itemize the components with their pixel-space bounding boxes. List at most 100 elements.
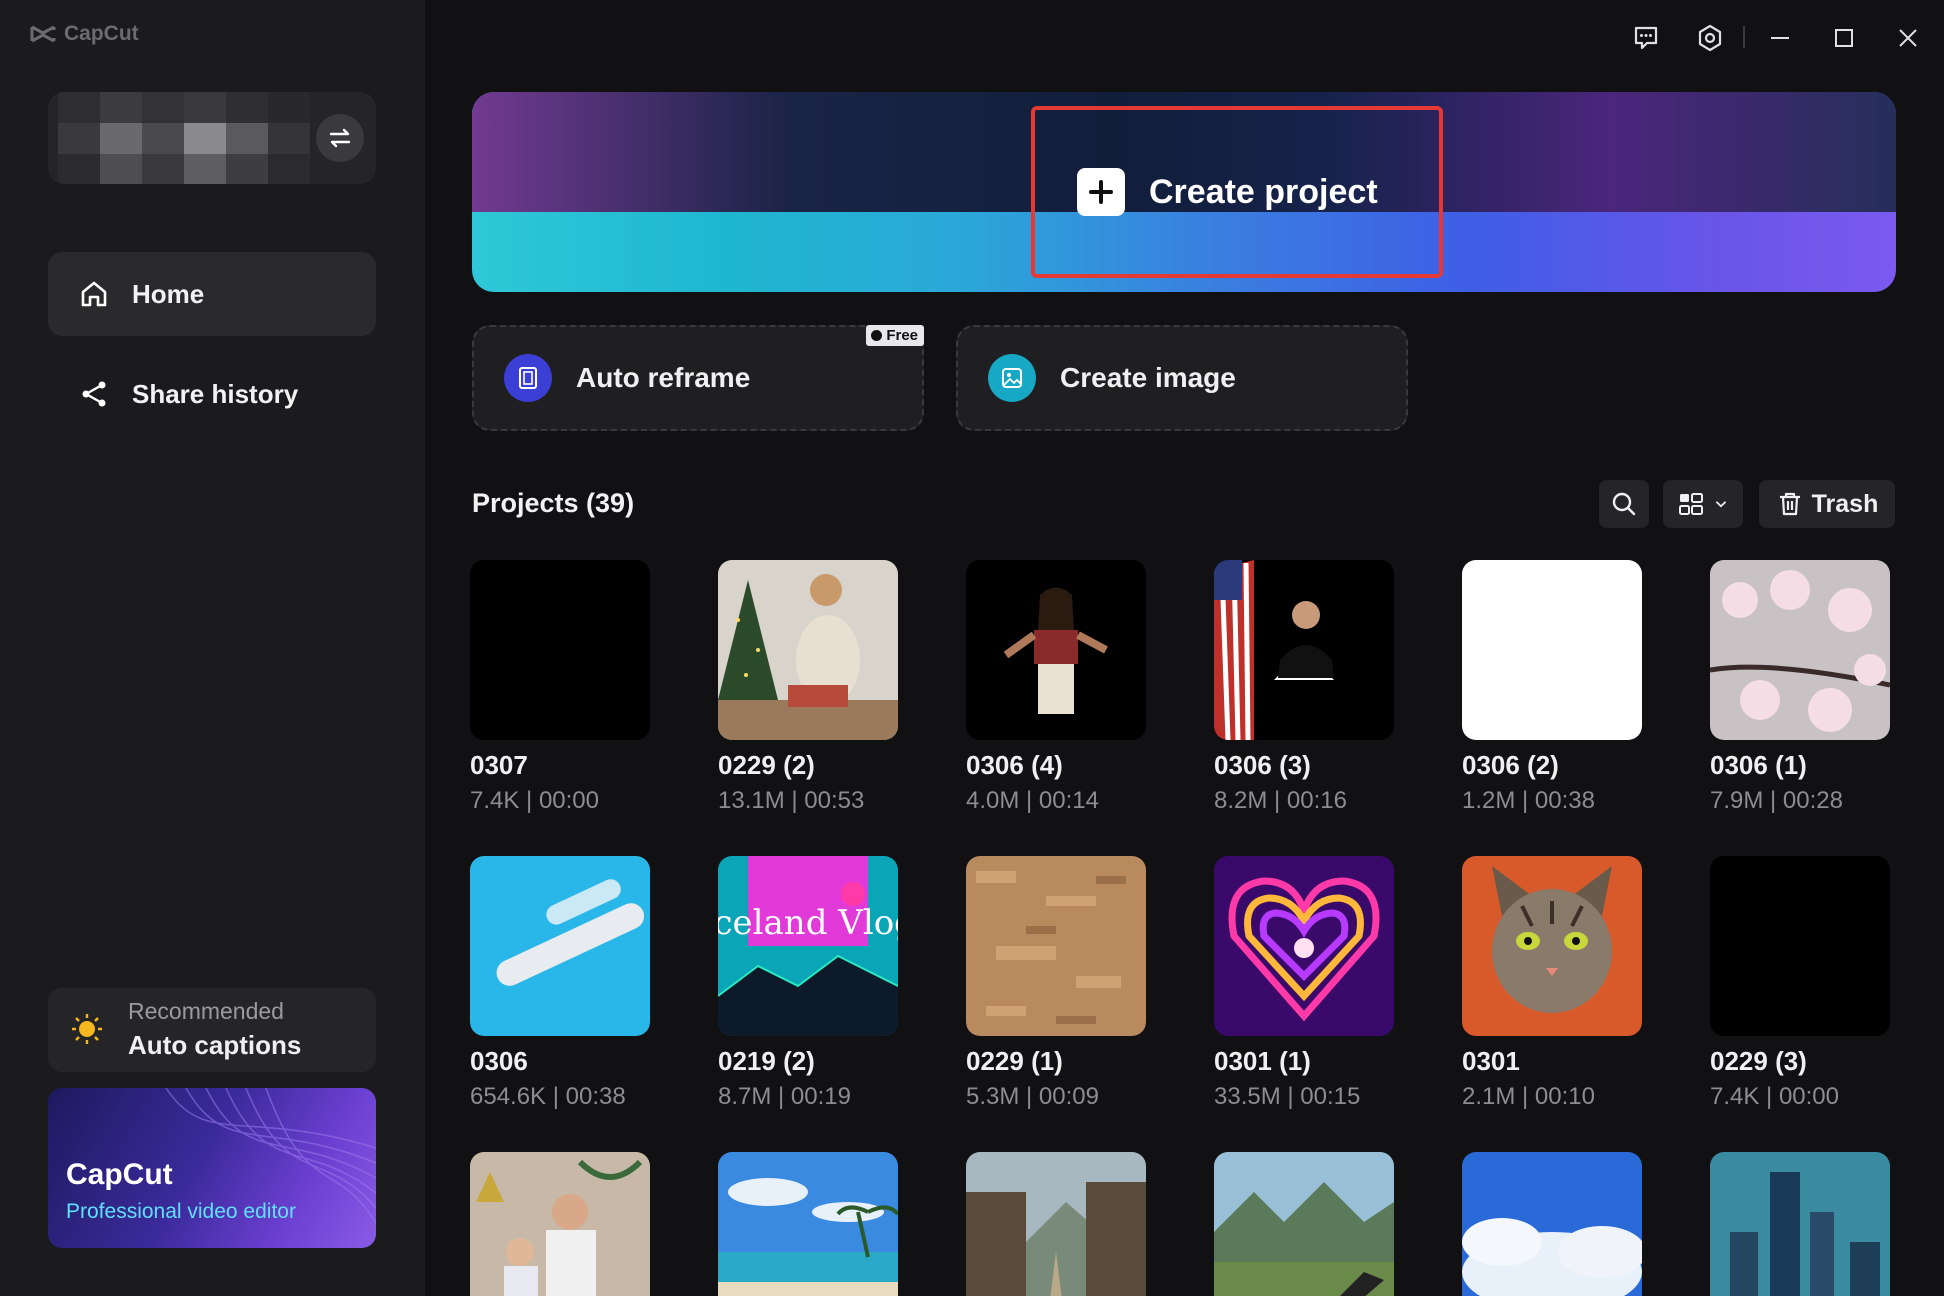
recommended-title: Auto captions: [128, 1030, 302, 1060]
promo-banner[interactable]: CapCut Professional video editor: [48, 1088, 376, 1248]
app-logo: CapCut: [30, 22, 139, 46]
project-card[interactable]: 0229 (2) 13.1M | 00:53: [718, 560, 898, 814]
project-thumbnail: [966, 856, 1146, 1036]
recommended-label: Recommended: [128, 998, 284, 1024]
project-card[interactable]: [1214, 1152, 1394, 1296]
trash-label: Trash: [1811, 489, 1879, 518]
project-card[interactable]: 0306 (1) 7.9M | 00:28: [1710, 560, 1890, 814]
project-name: 0229 (2): [718, 750, 815, 780]
project-name: 0307: [470, 750, 528, 780]
feedback-button[interactable]: [1626, 18, 1666, 58]
home-icon: [81, 281, 107, 307]
project-name: 0219 (2): [718, 1046, 815, 1076]
sidebar-item-label: Share history: [132, 378, 299, 409]
project-card[interactable]: [1462, 1152, 1642, 1296]
project-card[interactable]: [966, 1152, 1146, 1296]
project-name: 0301: [1462, 1046, 1520, 1076]
create-image-label: Create image: [1060, 362, 1236, 393]
chevron-down-icon: [1715, 501, 1727, 508]
project-meta: 4.0M | 00:14: [966, 787, 1099, 814]
free-badge: Free: [866, 325, 924, 346]
projects-heading: Projects (39): [472, 488, 635, 518]
minimize-button[interactable]: [1760, 18, 1800, 58]
project-thumbnail: [1462, 560, 1642, 740]
project-thumbnail: [1214, 1152, 1394, 1296]
project-card[interactable]: 0306 (4) 4.0M | 00:14: [966, 560, 1146, 814]
search-projects-button[interactable]: [1599, 480, 1649, 528]
search-icon: [1612, 492, 1636, 516]
recommended-auto-captions[interactable]: Recommended Auto captions: [48, 988, 376, 1072]
maximize-button[interactable]: [1824, 18, 1864, 58]
project-name: 0306 (1): [1710, 750, 1807, 780]
trash-button[interactable]: Trash: [1759, 480, 1895, 528]
project-card[interactable]: 0306 (2) 1.2M | 00:38: [1462, 560, 1642, 814]
project-card[interactable]: [1710, 1152, 1890, 1296]
sidebar-item-home[interactable]: Home: [48, 252, 376, 336]
account-switcher[interactable]: [48, 92, 376, 184]
promo-subtitle: Professional video editor: [66, 1200, 296, 1223]
sidebar: CapCut Home Share history Recommended Au…: [0, 0, 425, 1296]
swap-account-button[interactable]: [316, 114, 364, 162]
share-icon: [82, 381, 106, 407]
project-thumbnail: [470, 560, 650, 740]
main-content: Create project Auto reframe Free Create …: [425, 0, 1944, 1296]
project-name: 0229 (3): [1710, 1046, 1807, 1076]
sidebar-item-share-history[interactable]: Share history: [48, 352, 376, 436]
project-card[interactable]: 0301 2.1M | 00:10: [1462, 856, 1642, 1110]
project-meta: 7.4K | 00:00: [470, 787, 599, 814]
reframe-icon: [504, 354, 552, 402]
grid-view-icon: [1679, 493, 1703, 515]
project-thumbnail: [1214, 560, 1394, 740]
project-meta: 5.3M | 00:09: [966, 1083, 1099, 1110]
project-meta: 654.6K | 00:38: [470, 1083, 626, 1110]
feedback-icon: [1634, 26, 1658, 50]
settings-icon: [1698, 24, 1722, 52]
sidebar-item-label: Home: [132, 278, 205, 309]
project-meta: 2.1M | 00:10: [1462, 1083, 1595, 1110]
project-meta: 8.2M | 00:16: [1214, 787, 1347, 814]
project-thumbnail: [718, 1152, 898, 1296]
project-thumbnail: [1462, 856, 1642, 1036]
lightbulb-icon: [72, 1014, 102, 1044]
avatar-blurred: [58, 92, 310, 184]
create-image-button[interactable]: Create image: [956, 325, 1408, 431]
project-thumbnail: [1462, 1152, 1642, 1296]
project-card[interactable]: 0301 (1) 33.5M | 00:15: [1214, 856, 1394, 1110]
view-mode-dropdown[interactable]: [1663, 480, 1743, 528]
project-card[interactable]: [470, 1152, 650, 1296]
project-name: 0306 (4): [966, 750, 1063, 780]
toolbar-divider: [1743, 26, 1745, 48]
project-thumbnail: [1710, 856, 1890, 1036]
project-name: 0301 (1): [1214, 1046, 1311, 1076]
create-project-banner[interactable]: Create project: [472, 92, 1896, 292]
close-icon: [1899, 29, 1917, 47]
project-thumbnail: [718, 560, 898, 740]
project-card[interactable]: 0306 654.6K | 00:38: [470, 856, 650, 1110]
project-card[interactable]: 0229 (1) 5.3M | 00:09: [966, 856, 1146, 1110]
project-card[interactable]: 0307 7.4K | 00:00: [470, 560, 650, 814]
maximize-icon: [1835, 29, 1853, 47]
projects-grid: 0307 7.4K | 00:00 0229 (2) 13.1M | 00:53…: [470, 560, 1890, 1296]
image-icon: [988, 354, 1036, 402]
project-name: 0306 (2): [1462, 750, 1559, 780]
project-name: 0229 (1): [966, 1046, 1063, 1076]
settings-button[interactable]: [1690, 18, 1730, 58]
project-card[interactable]: Iceland Vlog 0219 (2) 8.7M | 00:19: [718, 856, 898, 1110]
create-project-label: Create project: [1149, 172, 1378, 211]
minimize-icon: [1771, 37, 1789, 39]
close-button[interactable]: [1888, 18, 1928, 58]
project-name: 0306: [470, 1046, 528, 1076]
create-project-button[interactable]: Create project: [1031, 106, 1443, 278]
auto-reframe-button[interactable]: Auto reframe Free: [472, 325, 924, 431]
project-thumbnail: [470, 1152, 650, 1296]
project-card[interactable]: 0306 (3) 8.2M | 00:16: [1214, 560, 1394, 814]
project-card[interactable]: [718, 1152, 898, 1296]
project-thumbnail: [1214, 856, 1394, 1036]
auto-reframe-label: Auto reframe: [576, 362, 751, 393]
project-meta: 7.4K | 00:00: [1710, 1083, 1839, 1110]
project-meta: 7.9M | 00:28: [1710, 787, 1843, 814]
project-name: 0306 (3): [1214, 750, 1311, 780]
promo-title: CapCut: [66, 1158, 173, 1191]
project-thumbnail: [1710, 1152, 1890, 1296]
project-card[interactable]: 0229 (3) 7.4K | 00:00: [1710, 856, 1890, 1110]
